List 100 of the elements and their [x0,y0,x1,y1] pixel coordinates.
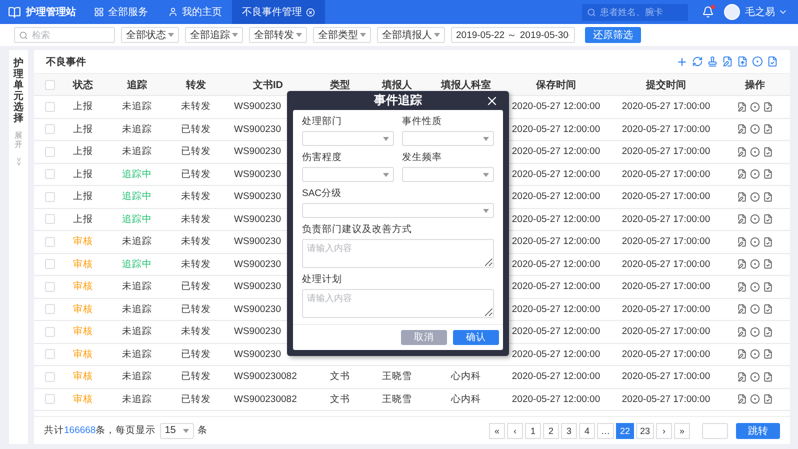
page-button[interactable]: › [656,422,672,438]
select-field[interactable] [302,203,494,218]
file-edit-icon[interactable] [737,169,747,180]
filter-select[interactable]: 全部填报人 [377,27,445,43]
page-button[interactable]: 2 [542,422,559,438]
circle-dot-icon[interactable] [750,214,760,224]
file-check-icon[interactable] [763,259,773,270]
circle-dot-icon[interactable] [750,349,760,360]
user-name[interactable]: 毛之易 [745,5,775,19]
total-count-link[interactable]: 166668 [64,425,96,436]
checkbox[interactable] [45,259,55,270]
page-button[interactable]: 1 [524,422,541,438]
checkbox[interactable] [45,394,55,404]
file-edit-icon[interactable] [737,214,747,224]
file-edit-icon[interactable] [737,192,747,202]
file-edit-icon[interactable] [737,102,747,112]
file-check-icon[interactable] [767,56,778,66]
file-edit-icon[interactable] [737,326,747,337]
circle-dot-icon[interactable] [750,169,760,180]
file-edit-icon[interactable] [737,236,747,247]
file-edit-icon[interactable] [737,259,747,270]
file-edit-icon[interactable] [737,282,747,292]
circle-dot-icon[interactable] [750,146,760,157]
avatar[interactable] [724,4,740,20]
refresh-icon[interactable] [692,56,703,66]
file-edit-icon[interactable] [737,146,747,157]
select-field[interactable] [302,131,394,146]
file-check-icon[interactable] [763,236,773,247]
page-button[interactable]: ‹ [506,422,523,438]
checkbox[interactable] [45,349,55,360]
file-edit-icon[interactable] [737,349,747,360]
file-check-icon[interactable] [763,304,773,314]
filter-select[interactable]: 全部追踪 [185,27,243,43]
circle-dot-icon[interactable] [750,259,760,270]
page-button[interactable]: 3 [560,422,577,438]
confirm-button[interactable]: 确认 [453,330,499,345]
file-edit-icon[interactable] [722,56,733,66]
page-input[interactable] [702,422,728,438]
filter-select[interactable]: 全部状态 [121,27,179,43]
file-check-icon[interactable] [763,394,773,404]
circle-dot-icon[interactable] [750,372,760,382]
file-check-icon[interactable] [763,102,773,112]
checkbox[interactable] [45,146,55,157]
page-button[interactable]: … [596,422,614,438]
file-check-icon[interactable] [763,326,773,337]
file-check-icon[interactable] [763,192,773,202]
stamp-icon[interactable] [707,56,718,66]
file-edit-icon[interactable] [737,394,747,404]
date-range-field[interactable]: 2019-05-22 ～ 2019-05-30 [451,27,575,43]
bell-icon[interactable] [702,6,714,18]
checkbox[interactable] [45,80,55,90]
file-edit-icon[interactable] [737,304,747,314]
nav-tab[interactable]: 全部服务 [84,0,158,24]
checkbox[interactable] [45,102,55,112]
file-check-icon[interactable] [763,282,773,292]
file-check-icon[interactable] [763,214,773,224]
checkbox[interactable] [45,192,55,202]
circle-dot-icon[interactable] [750,192,760,202]
file-check-icon[interactable] [763,146,773,157]
checkbox[interactable] [45,304,55,314]
nav-tab[interactable]: 我的主页 [158,0,232,24]
close-icon[interactable] [306,8,315,16]
checkbox[interactable] [45,169,55,180]
jump-button[interactable]: 跳转 [736,422,780,438]
checkbox[interactable] [45,326,55,337]
checkbox[interactable] [45,214,55,224]
close-icon[interactable] [485,94,499,108]
text-area[interactable]: 请输入内容 [302,289,494,318]
file-check-icon[interactable] [763,372,773,382]
page-button[interactable]: » [674,422,690,438]
circle-dot-icon[interactable] [750,124,760,134]
reset-filter-button[interactable]: 还原筛选 [585,27,641,43]
checkbox[interactable] [45,282,55,292]
page-button[interactable]: 22 [616,422,634,438]
circle-dot-icon[interactable] [750,102,760,112]
page-button[interactable]: 23 [636,422,654,438]
checkbox[interactable] [45,236,55,247]
file-check-icon[interactable] [763,349,773,360]
select-field[interactable] [302,167,394,182]
circle-dot-icon[interactable] [752,56,763,66]
select-field[interactable] [402,131,494,146]
page-button[interactable]: 4 [578,422,595,438]
circle-dot-icon[interactable] [750,394,760,404]
circle-dot-icon[interactable] [750,282,760,292]
checkbox[interactable] [45,124,55,134]
circle-dot-icon[interactable] [750,326,760,337]
file-edit-icon[interactable] [737,372,747,382]
filter-select[interactable]: 全部转发 [249,27,307,43]
filter-select[interactable]: 全部类型 [313,27,371,43]
circle-dot-icon[interactable] [750,236,760,247]
plus-icon[interactable] [676,56,688,68]
text-area[interactable]: 请输入内容 [302,239,494,268]
file-edit-icon[interactable] [737,124,747,134]
circle-dot-icon[interactable] [750,304,760,314]
page-button[interactable]: « [488,422,505,438]
file-upload-icon[interactable] [737,56,748,66]
file-check-icon[interactable] [763,124,773,134]
nav-tab[interactable]: 不良事件管理 [232,0,325,24]
page-size-select[interactable]: 15 [160,422,194,438]
checkbox[interactable] [45,372,55,382]
